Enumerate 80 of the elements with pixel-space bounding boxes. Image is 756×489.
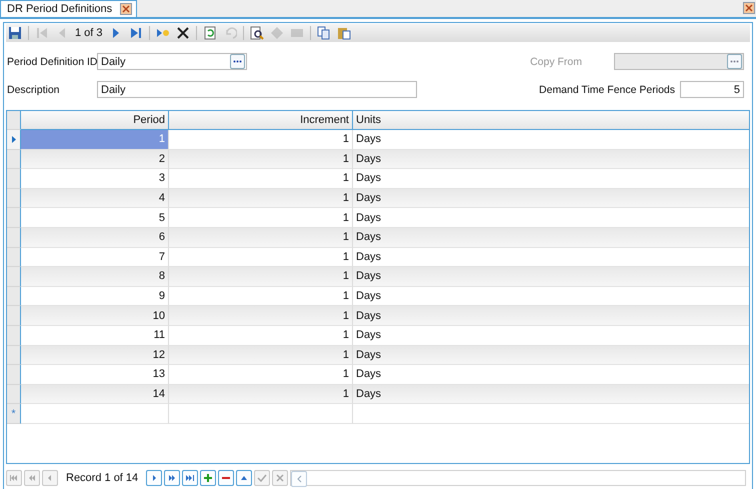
remove-button[interactable] — [218, 470, 234, 486]
table-cell: 2 — [21, 150, 169, 170]
row-header[interactable] — [7, 267, 21, 287]
table-cell: Days — [353, 306, 749, 326]
table-cell: Days — [353, 384, 749, 404]
minus-icon — [221, 474, 232, 482]
field-label: Demand Time Fence Periods — [538, 84, 675, 96]
table-cell: 1 — [21, 130, 169, 150]
up-arrow-icon — [239, 474, 250, 482]
column-header[interactable]: Units — [353, 111, 749, 130]
row-header[interactable] — [7, 130, 21, 150]
row-header[interactable] — [7, 228, 21, 248]
browse-button[interactable] — [230, 54, 245, 69]
table-cell: 1 — [169, 267, 353, 287]
ellipsis-icon — [730, 60, 739, 63]
check-icon — [257, 474, 268, 482]
last-button[interactable] — [182, 470, 198, 486]
table-cell: 1 — [169, 150, 353, 170]
next-page-button[interactable] — [164, 470, 180, 486]
record-counter: Record 1 of 14 — [65, 472, 140, 484]
row-header[interactable] — [7, 248, 21, 268]
last-record-icon[interactable] — [128, 26, 143, 40]
fast-forward-icon — [167, 474, 178, 482]
row-header[interactable] — [7, 384, 21, 404]
close-icon — [275, 474, 286, 482]
tab-title: DR Period Definitions — [7, 3, 112, 15]
close-icon[interactable] — [120, 3, 132, 15]
current-row-icon — [12, 136, 16, 143]
copy-icon[interactable] — [316, 26, 331, 40]
preview-icon[interactable] — [250, 26, 264, 40]
period-definition-id-field[interactable]: Daily — [97, 53, 247, 70]
rewind-icon — [27, 474, 37, 482]
table-cell: 6 — [21, 228, 169, 248]
field-label: Copy From — [529, 56, 582, 68]
refresh-icon[interactable] — [202, 26, 217, 40]
save-icon[interactable] — [8, 26, 22, 40]
table-cell: 4 — [21, 188, 169, 208]
table-cell: 12 — [21, 346, 169, 366]
table-cell: 14 — [21, 384, 169, 404]
first-icon — [9, 474, 19, 482]
add-button[interactable] — [200, 470, 216, 486]
row-header[interactable] — [7, 150, 21, 170]
row-header[interactable] — [7, 286, 21, 306]
table-cell: 8 — [21, 267, 169, 287]
demand-time-fence-periods-field[interactable]: 5 — [680, 81, 744, 98]
table-cell: 1 — [169, 346, 353, 366]
table-cell: Days — [353, 150, 749, 170]
paste-icon[interactable] — [336, 26, 351, 40]
close-icon[interactable] — [743, 2, 755, 14]
new-row-marker: * — [7, 404, 21, 424]
table-cell: Days — [353, 188, 749, 208]
row-header[interactable] — [7, 188, 21, 208]
table-cell: Days — [353, 346, 749, 366]
record-position: 1 of 3 — [75, 27, 103, 39]
new-record-icon[interactable] — [156, 26, 170, 40]
table-cell: 1 — [169, 228, 353, 248]
table-cell: Days — [353, 267, 749, 287]
delete-icon[interactable] — [176, 26, 190, 40]
document-tab[interactable]: DR Period Definitions — [0, 0, 138, 17]
plus-icon — [203, 474, 214, 482]
field-label: Period Definition ID — [6, 56, 97, 68]
row-header[interactable] — [7, 208, 21, 228]
ellipsis-icon — [233, 60, 242, 63]
scroll-left-button[interactable] — [291, 471, 308, 487]
row-header[interactable] — [7, 169, 21, 189]
row-header[interactable] — [7, 306, 21, 326]
row-header[interactable] — [7, 365, 21, 385]
table-cell: 1 — [169, 306, 353, 326]
table-cell: Days — [353, 228, 749, 248]
up-button[interactable] — [236, 470, 252, 486]
row-header[interactable] — [7, 326, 21, 346]
table-cell: 10 — [21, 306, 169, 326]
table-cell: 1 — [169, 188, 353, 208]
column-header[interactable]: Increment — [169, 111, 353, 130]
table-cell: 1 — [169, 384, 353, 404]
field-label: Description — [6, 84, 61, 96]
row-header[interactable] — [7, 346, 21, 366]
description-field[interactable]: Daily — [97, 81, 417, 98]
last-icon — [185, 474, 196, 482]
next-button[interactable] — [146, 470, 162, 486]
